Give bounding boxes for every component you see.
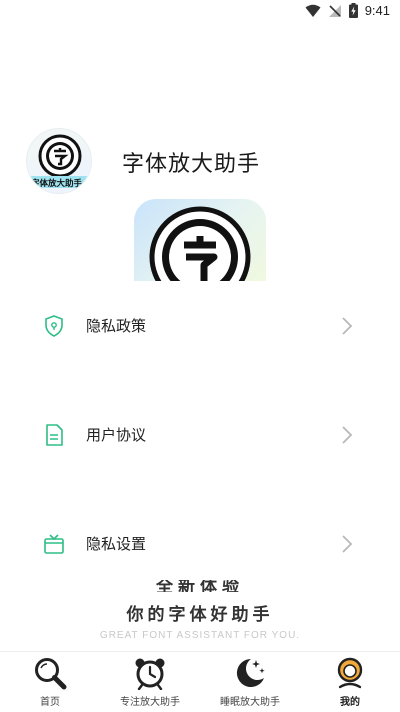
tv-box-icon <box>44 534 64 554</box>
battery-charging-icon <box>348 3 358 18</box>
tab-home[interactable]: 首页 <box>0 652 100 712</box>
status-time: 9:41 <box>364 3 390 18</box>
shield-icon <box>45 315 63 337</box>
magnifier-icon <box>35 658 67 690</box>
tab-label: 我的 <box>340 697 360 708</box>
tab-label: 首页 <box>40 697 60 708</box>
alarm-clock-icon <box>135 658 165 690</box>
slogan-top-text: 全新体验 <box>156 580 244 592</box>
tab-focus-assistant[interactable]: 专注放大助手 <box>100 652 200 712</box>
wifi-icon <box>305 4 321 17</box>
chevron-right-icon <box>342 426 353 444</box>
menu-item-privacy-policy[interactable]: 隐私政策 <box>0 281 400 371</box>
tab-label: 专注放大助手 <box>120 697 180 708</box>
menu-label: 用户协议 <box>86 426 147 444</box>
menu-item-privacy-settings[interactable]: 隐私设置 <box>0 499 400 589</box>
menu-label: 隐私政策 <box>86 317 147 335</box>
menu-item-user-agreement[interactable]: 用户协议 <box>0 390 400 480</box>
tab-sleep-assistant[interactable]: 睡眠放大助手 <box>200 652 300 712</box>
logo-caption: 字体放大助手 <box>31 179 83 189</box>
profile-icon <box>337 657 363 689</box>
tab-label: 睡眠放大助手 <box>220 697 280 708</box>
chevron-right-icon <box>342 535 353 553</box>
menu-label: 隐私设置 <box>86 535 147 553</box>
slogan-sub: GREAT FONT ASSISTANT FOR YOU. <box>99 630 301 641</box>
document-icon <box>46 424 63 446</box>
chevron-right-icon <box>342 317 353 335</box>
app-title: 字体放大助手 <box>122 152 261 177</box>
hero-app-icon <box>134 199 266 281</box>
status-icons: 9:41 <box>305 3 390 18</box>
app-logo: 字体放大助手 <box>26 128 92 194</box>
app-header: 字体放大助手 字体放大助手 <box>26 128 386 198</box>
slogan-main: 你的字体好助手 <box>126 605 274 625</box>
tab-mine[interactable]: 我的 <box>300 652 400 712</box>
slogan-top-clipped: 全新体验 <box>0 580 400 592</box>
zi-large-icon <box>149 206 251 281</box>
bottom-tab-bar: 首页 专注放大助手 睡眠放大助手 我的 <box>0 651 400 712</box>
moon-stars-icon <box>236 658 265 687</box>
status-bar: 9:41 <box>0 0 400 24</box>
no-signal-icon <box>328 4 341 17</box>
